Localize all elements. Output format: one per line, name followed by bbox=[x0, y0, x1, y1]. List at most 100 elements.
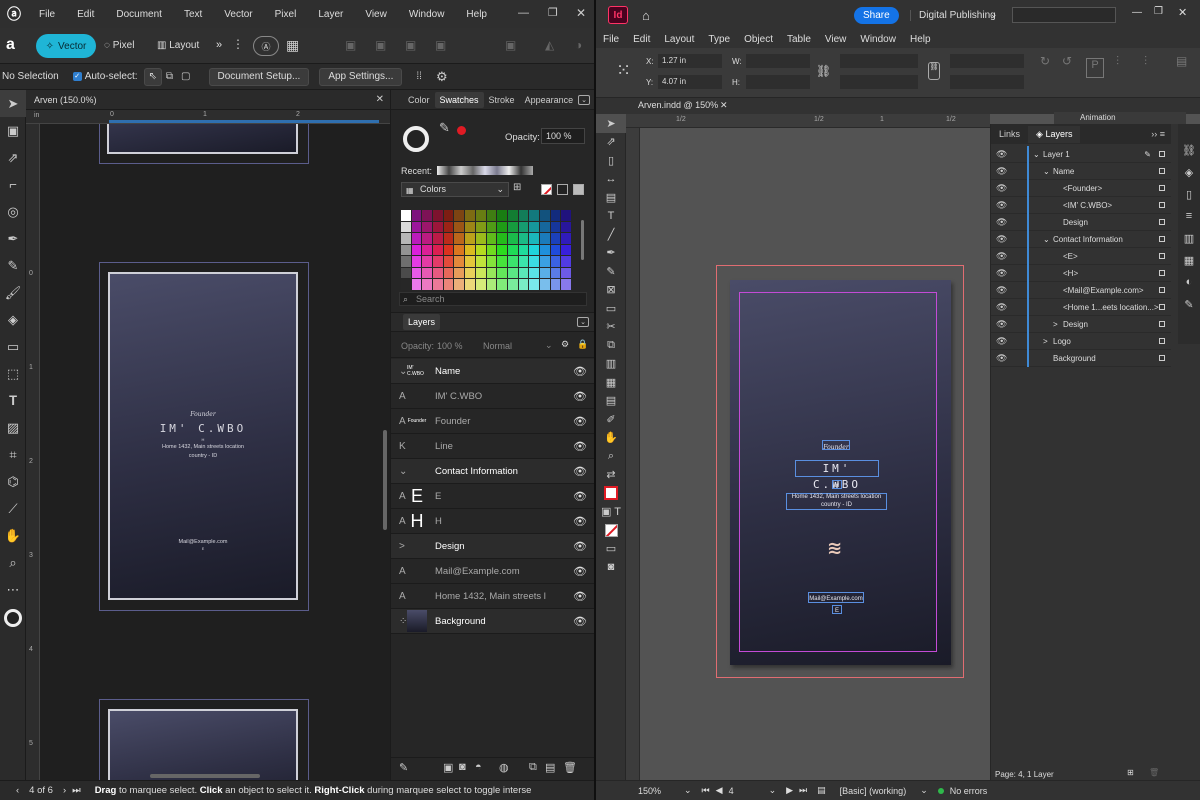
color-swatch[interactable] bbox=[465, 279, 475, 290]
expand-arrow-icon[interactable]: ⌄ bbox=[1033, 150, 1040, 159]
id-layer-row[interactable]: 👁 <Home 1...eets location...> bbox=[991, 299, 1171, 316]
more-tools-icon[interactable]: ⋯ bbox=[0, 576, 26, 603]
selection-square-icon[interactable] bbox=[1159, 270, 1165, 276]
visibility-eye-icon[interactable]: 👁 bbox=[996, 353, 1007, 364]
color-swatch[interactable] bbox=[411, 256, 422, 267]
color-swatch[interactable] bbox=[550, 267, 561, 279]
rotate-icon[interactable]: ↻ bbox=[1040, 54, 1050, 68]
color-swatch[interactable] bbox=[443, 244, 454, 256]
color-swatch[interactable] bbox=[433, 233, 443, 244]
gradient-feather-icon[interactable]: ▦ bbox=[596, 373, 626, 392]
color-swatch[interactable] bbox=[550, 279, 561, 290]
crop-tool-icon[interactable]: ⌗ bbox=[0, 441, 26, 468]
measure-tool-icon[interactable]: ⟋ bbox=[0, 495, 26, 522]
selection-square-icon[interactable] bbox=[1159, 287, 1165, 293]
tab-links[interactable]: Links bbox=[991, 129, 1028, 139]
duplicate-layer-icon[interactable]: ▤ bbox=[545, 761, 555, 774]
mail-text-frame[interactable]: Mail@Example.com bbox=[808, 592, 864, 603]
layer-type-icon[interactable]: K bbox=[399, 441, 406, 452]
none-swatch[interactable] bbox=[541, 184, 552, 195]
color-swatch[interactable] bbox=[475, 267, 486, 279]
note-tool-icon[interactable]: ▤ bbox=[596, 392, 626, 411]
visibility-eye-icon[interactable]: 👁 bbox=[996, 302, 1007, 313]
h-field[interactable] bbox=[746, 75, 810, 89]
color-swatch[interactable] bbox=[518, 233, 529, 244]
color-swatch[interactable] bbox=[497, 210, 507, 221]
transform-icon[interactable]: ▣ bbox=[505, 38, 516, 52]
spread-icon[interactable]: ▤ bbox=[817, 785, 826, 796]
color-swatch[interactable] bbox=[497, 244, 507, 256]
visibility-eye-icon[interactable]: 👁 bbox=[573, 390, 587, 403]
menu-file[interactable]: File bbox=[596, 34, 626, 45]
color-swatch[interactable] bbox=[411, 210, 422, 221]
color-swatch[interactable] bbox=[529, 244, 539, 256]
color-swatch[interactable] bbox=[550, 256, 561, 267]
menu-table[interactable]: Table bbox=[780, 34, 818, 45]
zoom-level[interactable]: 150% bbox=[638, 786, 678, 796]
layer-type-icon[interactable]: A bbox=[399, 391, 406, 402]
visibility-eye-icon[interactable]: 👁 bbox=[996, 183, 1007, 194]
visibility-eye-icon[interactable]: 👁 bbox=[996, 234, 1007, 245]
fill-tool-icon[interactable]: ◈ bbox=[0, 306, 26, 333]
visibility-eye-icon[interactable]: 👁 bbox=[573, 440, 587, 453]
visibility-eye-icon[interactable]: 👁 bbox=[996, 149, 1007, 160]
color-swatch[interactable] bbox=[433, 256, 443, 267]
color-swatch[interactable] bbox=[518, 221, 529, 233]
h-text-frame[interactable]: H bbox=[832, 480, 842, 489]
distribute-icon[interactable]: ⫶ bbox=[1144, 54, 1147, 69]
gap-tool-icon[interactable]: ↔ bbox=[596, 170, 626, 189]
rotate-field[interactable] bbox=[950, 54, 1024, 68]
shape-tool-icon[interactable]: ⬚ bbox=[0, 360, 26, 387]
artboard-tool-icon[interactable]: ▣ bbox=[0, 117, 26, 144]
color-swatch[interactable] bbox=[465, 267, 475, 279]
visibility-eye-icon[interactable]: 👁 bbox=[996, 200, 1007, 211]
color-swatch[interactable] bbox=[518, 210, 529, 221]
share-button[interactable]: Share bbox=[854, 7, 899, 24]
gear-icon[interactable]: ⚙ bbox=[436, 69, 448, 85]
color-swatch[interactable] bbox=[433, 279, 443, 290]
color-swatch[interactable] bbox=[411, 267, 422, 279]
visibility-eye-icon[interactable]: 👁 bbox=[573, 415, 587, 428]
color-swatch[interactable] bbox=[518, 267, 529, 279]
move-tool-icon[interactable]: ➤ bbox=[0, 90, 26, 117]
color-swatch[interactable] bbox=[411, 233, 422, 244]
swatch-scrollbar[interactable] bbox=[581, 220, 584, 260]
layer-type-icon[interactable]: A bbox=[399, 491, 406, 502]
swatch-grid[interactable] bbox=[401, 210, 571, 290]
layer-type-icon[interactable]: > bbox=[399, 541, 405, 552]
search-field[interactable] bbox=[1012, 7, 1116, 23]
color-swatch[interactable] bbox=[422, 221, 433, 233]
id-layer-row[interactable]: 👁 ⌄ Name bbox=[991, 163, 1171, 180]
color-swatch[interactable] bbox=[422, 210, 433, 221]
palette-dropdown[interactable]: ▦ Colors ⌄ bbox=[401, 182, 509, 197]
layer-type-icon[interactable]: ⌄ bbox=[399, 366, 407, 377]
selection-square-icon[interactable] bbox=[1159, 304, 1165, 310]
zoom-tool-icon[interactable]: ⌕ bbox=[0, 549, 26, 576]
select-shapes-icon[interactable]: ⧉ bbox=[166, 71, 173, 82]
id-layer-row[interactable]: 👁 <H> bbox=[991, 265, 1171, 282]
id-layer-row[interactable]: 👁 <Mail@Example.com> bbox=[991, 282, 1171, 299]
boolean-icon[interactable]: ◑ bbox=[575, 38, 582, 52]
restore-icon[interactable]: ❐ bbox=[548, 6, 558, 19]
pages-panel-icon[interactable]: ▯ bbox=[1178, 188, 1200, 210]
pen-tool-icon[interactable]: ✒ bbox=[596, 244, 626, 263]
panel-menu-icon[interactable]: ⌄ bbox=[578, 94, 591, 105]
swap-colors-icon[interactable]: ⇄ bbox=[596, 466, 626, 485]
color-swatch[interactable] bbox=[443, 279, 454, 290]
color-swatch[interactable] bbox=[539, 279, 550, 290]
founder-text-frame[interactable]: Founder bbox=[822, 440, 850, 451]
fx-icon[interactable]: ▣ bbox=[443, 761, 453, 774]
visibility-eye-icon[interactable]: 👁 bbox=[573, 615, 587, 628]
fit-icon[interactable]: ▤ bbox=[1176, 54, 1187, 68]
selection-square-icon[interactable] bbox=[1159, 338, 1165, 344]
none-color-icon[interactable] bbox=[596, 521, 626, 540]
color-swatch[interactable] bbox=[454, 221, 465, 233]
layer-type-icon[interactable]: A bbox=[399, 591, 406, 602]
color-swatch[interactable] bbox=[443, 267, 454, 279]
layer-row[interactable]: A Founder Founder 👁 bbox=[391, 409, 595, 434]
color-swatch[interactable] bbox=[401, 279, 411, 290]
y-field[interactable]: 4.07 in bbox=[658, 75, 722, 89]
gray-swatch[interactable] bbox=[573, 184, 584, 195]
layers-menu-icon[interactable]: ⌄ bbox=[577, 317, 589, 327]
close-icon[interactable]: ✕ bbox=[576, 6, 586, 20]
